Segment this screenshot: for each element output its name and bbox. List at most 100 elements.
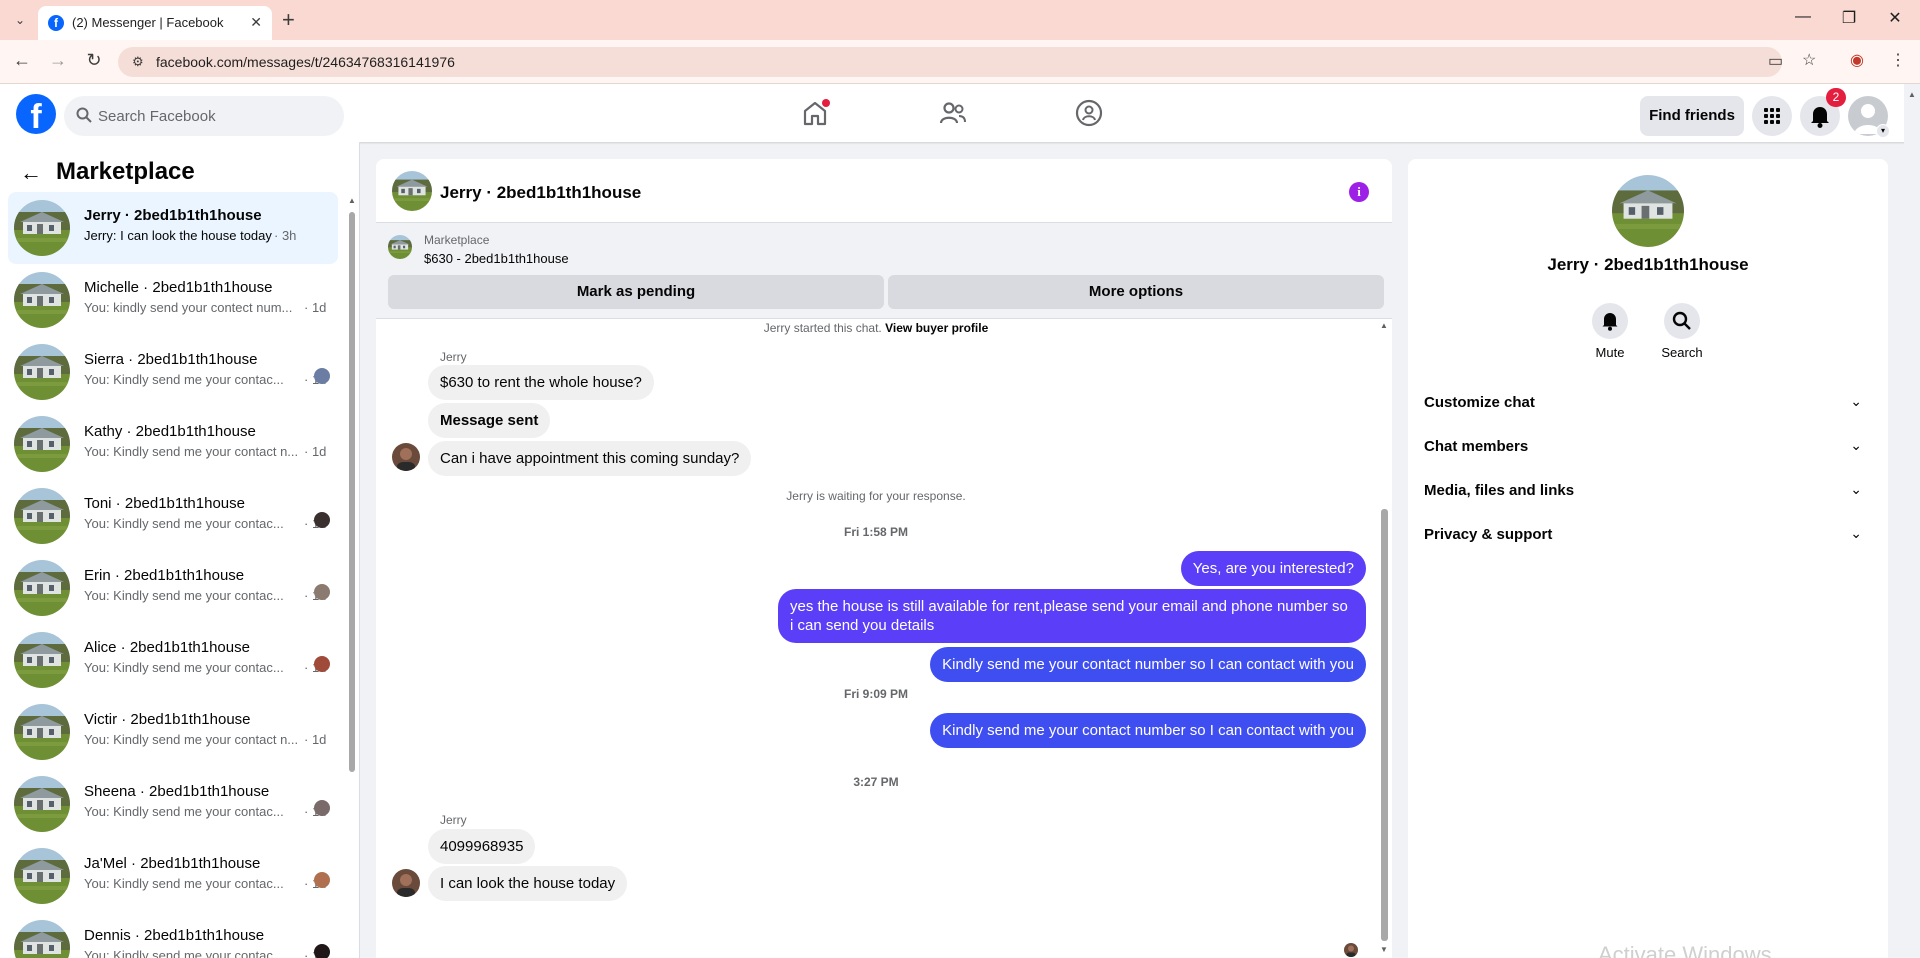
- sidebar-scrollbar[interactable]: ▲: [348, 196, 356, 958]
- listing-thumbnail[interactable]: [388, 235, 412, 259]
- conversation-item[interactable]: Sheena · 2bed1b1th1house You: Kindly send…: [8, 768, 338, 840]
- conversation-item[interactable]: Sierra · 2bed1b1th1house You: Kindly send…: [8, 336, 338, 408]
- window-close-icon[interactable]: ✕: [1880, 8, 1910, 28]
- sidebar-title: Marketplace: [56, 158, 195, 185]
- read-receipt-avatar: [314, 368, 330, 384]
- outgoing-message[interactable]: yes the house is still available for ren…: [778, 589, 1366, 643]
- bell-icon: [1602, 313, 1618, 331]
- scroll-up-arrow-icon[interactable]: ▲: [1380, 321, 1388, 331]
- chat-panel: Jerry · 2bed1b1th1house i Marketplace $6…: [376, 159, 1392, 958]
- chat-scroll-thumb[interactable]: [1381, 509, 1388, 941]
- view-buyer-profile-link[interactable]: View buyer profile: [885, 321, 988, 335]
- outgoing-message[interactable]: Kindly send me your contact number so I …: [930, 647, 1366, 682]
- privacy-support-row[interactable]: Privacy & support ⌄: [1424, 513, 1872, 557]
- menu-grid-button[interactable]: [1752, 96, 1792, 136]
- info-icon[interactable]: i: [1349, 182, 1369, 202]
- sidebar-scroll-thumb[interactable]: [349, 212, 355, 772]
- incoming-message[interactable]: I can look the house today: [428, 866, 628, 901]
- tab-title: (2) Messenger | Facebook: [72, 15, 224, 30]
- scroll-down-arrow-icon[interactable]: ▼: [1380, 945, 1388, 955]
- tab-list-chevron-icon[interactable]: ⌄: [8, 10, 32, 30]
- read-receipt-avatar: [314, 944, 330, 958]
- find-friends-button[interactable]: Find friends: [1640, 96, 1744, 136]
- mark-as-pending-button[interactable]: Mark as pending: [388, 275, 884, 309]
- bookmark-star-icon[interactable]: ☆: [1802, 50, 1816, 70]
- reload-icon[interactable]: ↻: [82, 50, 106, 71]
- search-icon: [76, 107, 92, 123]
- listing-title[interactable]: $630 - 2bed1b1th1house: [424, 251, 569, 266]
- conversation-avatar: [14, 776, 70, 832]
- new-tab-icon[interactable]: +: [282, 7, 295, 33]
- forward-arrow-icon[interactable]: →: [46, 50, 70, 71]
- profile-name[interactable]: Jerry · 2bed1b1th1house: [1408, 255, 1888, 275]
- conversation-item[interactable]: Dennis · 2bed1b1th1house You: Kindly send…: [8, 912, 338, 958]
- waiting-notice: Jerry is waiting for your response.: [786, 489, 966, 503]
- conversation-avatar: [14, 560, 70, 616]
- conversation-name: Victir · 2bed1b1th1house: [84, 711, 251, 728]
- scroll-up-arrow-icon[interactable]: ▲: [1908, 90, 1916, 99]
- sender-name: Jerry: [440, 350, 467, 364]
- profile-avatar[interactable]: [1612, 175, 1684, 247]
- browser-tab[interactable]: f (2) Messenger | Facebook ✕: [38, 6, 272, 40]
- outgoing-message[interactable]: Kindly send me your contact number so I …: [930, 713, 1366, 748]
- account-caret-icon[interactable]: ▾: [1876, 124, 1890, 138]
- outgoing-message[interactable]: Yes, are you interested?: [1180, 551, 1366, 586]
- chat-members-row[interactable]: Chat members ⌄: [1424, 425, 1872, 469]
- back-arrow-icon[interactable]: ←: [20, 160, 42, 186]
- conversation-name: Erin · 2bed1b1th1house: [84, 567, 245, 584]
- facebook-favicon-icon: f: [48, 15, 64, 31]
- url-text: facebook.com/messages/t/2463476831614197…: [156, 54, 455, 70]
- grid-icon: [1764, 108, 1780, 124]
- customize-chat-row[interactable]: Customize chat ⌄: [1424, 381, 1872, 425]
- sender-avatar[interactable]: [392, 869, 420, 897]
- conversation-item[interactable]: Jerry · 2bed1b1th1house Jerry: I can look…: [8, 192, 338, 264]
- conversation-item[interactable]: Erin · 2bed1b1th1house You: Kindly send m…: [8, 552, 338, 624]
- browser-menu-icon[interactable]: ⋮: [1890, 50, 1906, 70]
- conversation-avatar: [14, 920, 70, 958]
- conversation-item[interactable]: Ja'Mel · 2bed1b1th1house You: Kindly send…: [8, 840, 338, 912]
- profile-icon[interactable]: ◉: [1850, 50, 1864, 70]
- conversation-item[interactable]: Kathy · 2bed1b1th1house You: Kindly send …: [8, 408, 338, 480]
- mute-action[interactable]: Mute: [1580, 303, 1640, 360]
- search-action[interactable]: Search: [1652, 303, 1712, 360]
- restore-icon[interactable]: ❐: [1834, 8, 1864, 28]
- chat-info-panel: Jerry · 2bed1b1th1house Mute Search Cust…: [1408, 159, 1888, 958]
- conversation-item[interactable]: Toni · 2bed1b1th1house You: Kindly send m…: [8, 480, 338, 552]
- conversation-item[interactable]: Victir · 2bed1b1th1house You: Kindly send…: [8, 696, 338, 768]
- conversation-avatar: [14, 344, 70, 400]
- chat-scrollbar[interactable]: ▲ ▼: [1379, 321, 1389, 958]
- address-bar[interactable]: ⚙ facebook.com/messages/t/24634768316141…: [118, 47, 1782, 77]
- chat-avatar[interactable]: [392, 171, 432, 211]
- incoming-message[interactable]: Message sent: [428, 403, 551, 438]
- friends-icon[interactable]: [938, 98, 968, 128]
- site-settings-icon[interactable]: ⚙: [132, 54, 144, 70]
- minimize-icon[interactable]: —: [1788, 8, 1818, 26]
- conversation-time: · 3h: [274, 228, 297, 243]
- incoming-message[interactable]: 4099968935: [428, 829, 536, 864]
- chat-members-label: Chat members: [1424, 438, 1529, 455]
- facebook-logo-icon[interactable]: f: [16, 94, 56, 136]
- conversation-preview: You: Kindly send me your contac...: [84, 876, 284, 891]
- install-app-icon[interactable]: ▭: [1768, 51, 1783, 71]
- scroll-up-arrow-icon[interactable]: ▲: [348, 196, 356, 206]
- conversation-item[interactable]: Michelle · 2bed1b1th1house You: kindly se…: [8, 264, 338, 336]
- search-box[interactable]: [64, 96, 344, 136]
- sender-avatar[interactable]: [392, 443, 420, 471]
- search-input[interactable]: [98, 96, 328, 136]
- mute-button[interactable]: [1592, 303, 1628, 339]
- page-scrollbar[interactable]: [1904, 84, 1920, 958]
- more-options-button[interactable]: More options: [888, 275, 1384, 309]
- tab-close-icon[interactable]: ✕: [250, 14, 262, 31]
- incoming-message[interactable]: $630 to rent the whole house?: [428, 365, 654, 400]
- search-in-chat-button[interactable]: [1664, 303, 1700, 339]
- conversation-item[interactable]: Alice · 2bed1b1th1house You: Kindly send …: [8, 624, 338, 696]
- groups-icon[interactable]: [1074, 98, 1104, 128]
- message-thread: Jerry started this chat. View buyer prof…: [376, 319, 1392, 958]
- chat-title[interactable]: Jerry · 2bed1b1th1house: [440, 183, 641, 203]
- conversation-name: Jerry · 2bed1b1th1house: [84, 207, 262, 224]
- incoming-message[interactable]: Can i have appointment this coming sunda…: [428, 441, 752, 476]
- activate-windows-watermark: Activate Windows: [1598, 942, 1772, 958]
- sender-name: Jerry: [440, 813, 467, 827]
- media-files-links-row[interactable]: Media, files and links ⌄: [1424, 469, 1872, 513]
- back-arrow-icon[interactable]: ←: [10, 50, 34, 71]
